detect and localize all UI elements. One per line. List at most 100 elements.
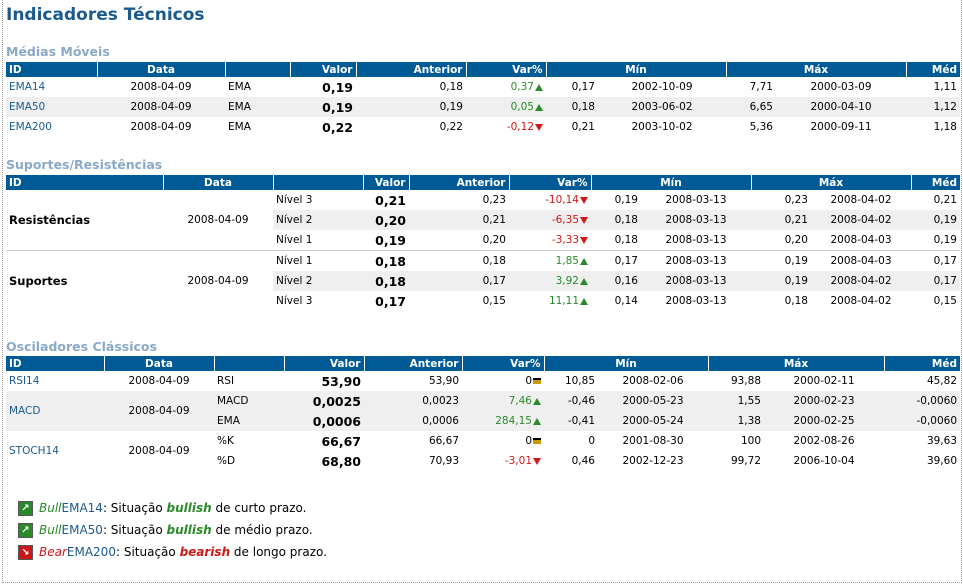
cell-valor: 0,21 <box>375 192 406 208</box>
suportes-table: ID Data Valor Anterior Var% Mín Máx Méd … <box>6 175 960 311</box>
cell-med: 0,17 <box>911 250 960 271</box>
header-var[interactable]: Var% <box>509 175 592 190</box>
cell-anterior: 0,22 <box>439 121 463 133</box>
header-min[interactable]: Mín <box>544 356 709 371</box>
header-id[interactable]: ID <box>6 175 164 190</box>
osciladores-header-row: ID Data Valor Anterior Var% Mín Máx Méd <box>6 356 960 371</box>
header-valor[interactable]: Valor <box>363 175 410 190</box>
cell-anterior: 0,18 <box>409 250 509 271</box>
cell-anterior: 0,23 <box>482 194 506 206</box>
cell-max-date: 2000-02-25 <box>764 411 884 431</box>
cell-tipo: %D <box>217 455 236 467</box>
cell-var: 0,05 <box>466 97 546 117</box>
note-text: : Situação <box>102 501 167 515</box>
note-text: de curto prazo. <box>211 501 307 515</box>
header-id[interactable]: ID <box>6 62 98 77</box>
note-indicator[interactable]: EMA50 <box>62 522 103 538</box>
header-var[interactable]: Var% <box>462 356 545 371</box>
table-row: RSI14 2008-04-09 RSI 53,90 53,90 0 10,85 2008-0… <box>6 371 960 391</box>
cell-var: 0 <box>462 371 544 391</box>
indicator-link[interactable]: STOCH14 <box>6 431 104 471</box>
cell-min: -0,41 <box>544 411 598 431</box>
var-value: 3,92 <box>555 275 579 287</box>
cell-med: 0,19 <box>933 234 957 246</box>
header-data[interactable]: Data <box>163 175 274 190</box>
cell-anterior: 0,0006 <box>364 411 462 431</box>
header-med[interactable]: Méd <box>911 175 960 190</box>
cell-valor: 53,90 <box>321 373 361 389</box>
cell-data: 2008-04-09 <box>130 81 192 93</box>
cell-max: 0,19 <box>751 250 811 271</box>
cell-min: 0,17 <box>571 81 595 93</box>
note-item: ↗ Bull EMA14: Situação bullish de curto pr… <box>18 497 327 519</box>
indicator-link[interactable]: EMA50 <box>6 97 97 117</box>
cell-max: 93,88 <box>730 375 761 387</box>
header-max[interactable]: Máx <box>751 175 912 190</box>
indicator-link[interactable]: MACD <box>6 391 104 431</box>
cell-min: 0 <box>588 435 595 447</box>
header-valor[interactable]: Valor <box>284 356 365 371</box>
medias-header-row: ID Data Valor Anterior Var% Mín Máx Méd <box>6 62 960 77</box>
arrow-up-icon <box>533 417 541 425</box>
cell-var: -0,12 <box>466 117 546 137</box>
cell-med: 0,17 <box>911 271 960 291</box>
header-max[interactable]: Máx <box>726 62 907 77</box>
cell-max: 0,21 <box>751 210 811 230</box>
arrow-down-icon <box>580 236 588 244</box>
cell-data: 2008-04-09 <box>128 375 190 387</box>
section-title-suportes: Suportes/Resistências <box>6 157 163 172</box>
note-keyword: bullish <box>166 523 212 537</box>
indicator-link[interactable]: EMA200 <box>6 117 97 137</box>
cell-valor: 0,19 <box>322 79 353 95</box>
var-value: 0,37 <box>510 81 534 93</box>
osciladores-table: ID Data Valor Anterior Var% Mín Máx Méd … <box>6 356 960 471</box>
cell-tipo: EMA <box>225 97 290 117</box>
header-anterior[interactable]: Anterior <box>409 175 510 190</box>
cell-med: 0,21 <box>933 194 957 206</box>
header-id[interactable]: ID <box>6 356 105 371</box>
page-title: Indicadores Técnicos <box>6 5 205 25</box>
cell-var: 3,92 <box>509 271 591 291</box>
arrow-up-icon <box>535 83 543 91</box>
cell-min: 10,85 <box>564 375 595 387</box>
cell-valor: 0,19 <box>290 97 356 117</box>
header-med[interactable]: Méd <box>906 62 960 77</box>
cell-min-date: 2001-08-30 <box>622 435 684 447</box>
cell-max: 0,19 <box>751 271 811 291</box>
header-data[interactable]: Data <box>97 62 226 77</box>
cell-var: -3,33 <box>509 230 591 251</box>
cell-med: 1,12 <box>906 97 960 117</box>
header-max[interactable]: Máx <box>708 356 885 371</box>
note-text: de longo prazo. <box>230 545 327 559</box>
cell-tipo: EMA <box>214 411 284 431</box>
cell-var: 1,85 <box>509 250 591 271</box>
indicator-link[interactable]: EMA14 <box>6 77 97 97</box>
cell-var: -3,01 <box>462 451 544 471</box>
header-anterior[interactable]: Anterior <box>364 356 463 371</box>
header-var[interactable]: Var% <box>466 62 547 77</box>
header-med[interactable]: Méd <box>884 356 960 371</box>
cell-tipo: EMA <box>228 81 251 93</box>
header-data[interactable]: Data <box>104 356 215 371</box>
note-indicator[interactable]: EMA200 <box>67 544 116 560</box>
header-min[interactable]: Mín <box>546 62 727 77</box>
table-row: MACD 2008-04-09 MACD 0,0025 0,0023 7,46 -0,46 2… <box>6 391 960 431</box>
cell-nivel: Nível 1 <box>276 234 313 246</box>
cell-valor: 0,0006 <box>284 411 364 431</box>
cell-med: -0,0060 <box>884 411 960 431</box>
cell-anterior: 66,67 <box>428 435 459 447</box>
cell-min: 0,18 <box>546 97 598 117</box>
cell-min: 0,18 <box>591 210 641 230</box>
note-indicator[interactable]: EMA14 <box>62 500 103 516</box>
cell-max: 5,36 <box>749 121 773 133</box>
header-min[interactable]: Mín <box>591 175 752 190</box>
table-row: Suportes 2008-04-09 Nível 1 0,18 0,18 1,85 0,1… <box>6 250 960 311</box>
indicator-link[interactable]: RSI14 <box>6 371 104 391</box>
header-anterior[interactable]: Anterior <box>356 62 467 77</box>
table-row: EMA50 2008-04-09 EMA 0,19 0,19 0,05 0,18 2003-0… <box>6 97 960 117</box>
notes-list: ↗ Bull EMA14: Situação bullish de curto pr… <box>18 497 327 563</box>
cell-valor: 0,17 <box>375 293 406 309</box>
note-item: ↗ Bull EMA50: Situação bullish de médio pr… <box>18 519 327 541</box>
equal-icon <box>533 378 541 384</box>
header-valor[interactable]: Valor <box>290 62 357 77</box>
